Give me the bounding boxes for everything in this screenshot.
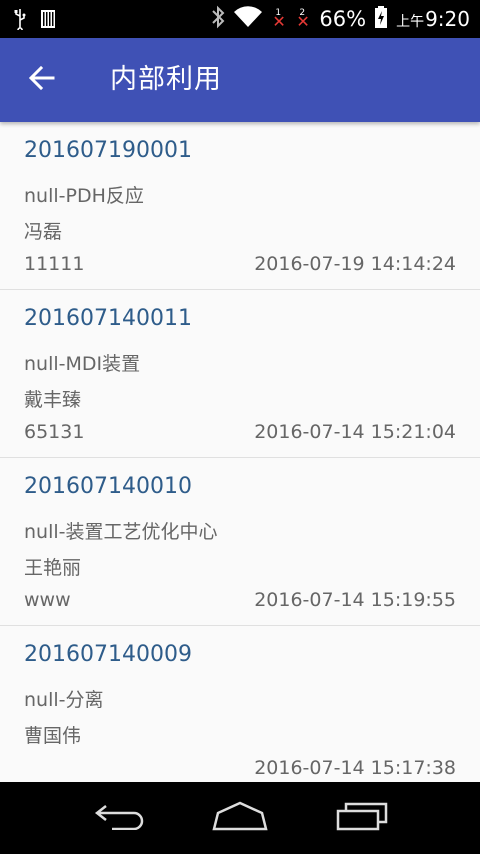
list-item[interactable]: 201607140010 null-装置工艺优化中心 王艳丽 www 2016-… xyxy=(0,458,480,626)
record-note: www xyxy=(24,589,71,611)
record-timestamp: 2016-07-14 15:17:38 xyxy=(254,757,456,779)
nav-back-icon xyxy=(94,802,146,834)
record-timestamp: 2016-07-19 14:14:24 xyxy=(254,253,456,275)
no-signal-sim2-icon: 2 ✕ xyxy=(296,8,310,31)
record-timestamp: 2016-07-14 15:19:55 xyxy=(254,589,456,611)
record-code: 201607140009 xyxy=(24,642,192,667)
clock: 上午9:20 xyxy=(396,7,470,31)
record-code: 201607140011 xyxy=(24,306,192,331)
record-person: 戴丰臻 xyxy=(24,389,82,411)
wifi-icon xyxy=(233,5,263,33)
list-item[interactable]: 201607140009 null-分离 曹国伟 2016-07-14 15:1… xyxy=(0,626,480,782)
usb-icon xyxy=(14,8,26,34)
record-person: 冯磊 xyxy=(24,221,63,243)
home-icon xyxy=(212,801,268,835)
recent-apps-icon xyxy=(335,801,389,835)
navigation-bar xyxy=(0,782,480,854)
status-bar: 1 ✕ 2 ✕ 66% 上午9:20 xyxy=(0,0,480,38)
nav-back-button[interactable] xyxy=(80,796,160,840)
battery-percentage: 66% xyxy=(319,7,367,31)
record-code: 201607190001 xyxy=(24,138,192,163)
record-person: 王艳丽 xyxy=(24,557,82,579)
record-department: null-PDH反应 xyxy=(24,185,144,207)
bluetooth-icon xyxy=(211,5,225,33)
nav-recents-button[interactable] xyxy=(322,796,402,840)
arrow-left-icon xyxy=(28,65,55,95)
record-note: 11111 xyxy=(24,253,85,275)
app-bar: 内部利用 xyxy=(0,38,480,122)
record-note: 65131 xyxy=(24,421,85,443)
record-person: 曹国伟 xyxy=(24,725,82,747)
list-item[interactable]: 201607190001 null-PDH反应 冯磊 11111 2016-07… xyxy=(0,122,480,290)
record-department: null-装置工艺优化中心 xyxy=(24,521,218,543)
no-signal-sim1-icon: 1 ✕ xyxy=(272,8,286,31)
record-timestamp: 2016-07-14 15:21:04 xyxy=(254,421,456,443)
record-code: 201607140010 xyxy=(24,474,192,499)
record-department: null-MDI装置 xyxy=(24,353,141,375)
battery-charging-icon xyxy=(374,5,388,33)
record-department: null-分离 xyxy=(24,689,104,711)
back-button[interactable] xyxy=(22,60,62,100)
record-list[interactable]: 201607190001 null-PDH反应 冯磊 11111 2016-07… xyxy=(0,122,480,782)
nav-home-button[interactable] xyxy=(200,796,280,840)
page-title: 内部利用 xyxy=(110,64,222,95)
list-item[interactable]: 201607140011 null-MDI装置 戴丰臻 65131 2016-0… xyxy=(0,290,480,458)
sd-card-icon xyxy=(40,9,56,33)
